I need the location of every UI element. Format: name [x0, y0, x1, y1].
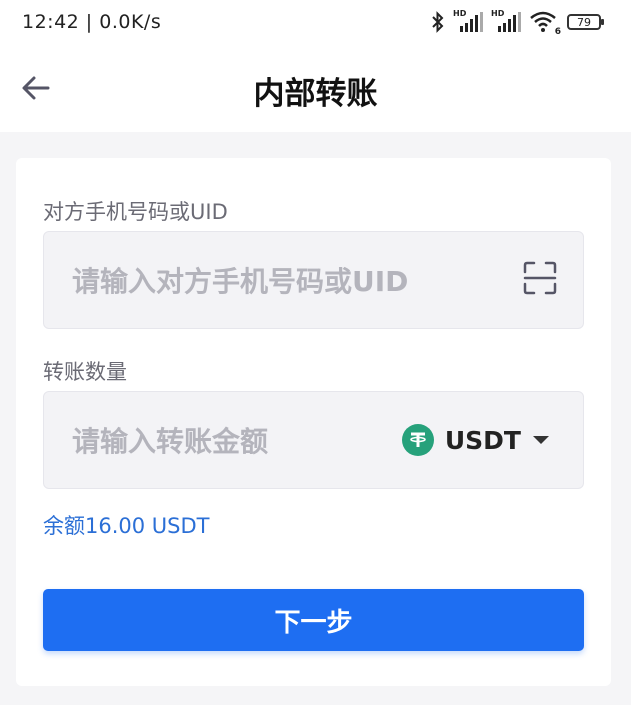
battery-level: 79 [577, 15, 591, 29]
status-time: 12:42 | 0.0K/s [22, 11, 162, 33]
next-button[interactable]: 下一步 [43, 589, 584, 651]
balance-text: 余额16.00 USDT [43, 514, 210, 538]
status-icons: HD HD 6 79 [431, 9, 604, 37]
bluetooth-icon [432, 11, 444, 33]
currency-label: USDT [444, 425, 521, 455]
page-title: 内部转账 [253, 76, 378, 112]
signal-icon: HD [453, 9, 483, 32]
transfer-form-card: 对方手机号码或UID 转账数量 USDT 余额16.00 USDT 下一步 [16, 158, 611, 686]
status-bar: 12:42 | 0.0K/s HD HD 6 79 [0, 0, 631, 46]
nav-bar: 内部转账 [0, 46, 631, 132]
scan-button[interactable] [522, 260, 558, 296]
caret-down-icon [533, 436, 549, 444]
currency-selector[interactable]: USDT [401, 422, 549, 458]
tether-icon [401, 424, 434, 456]
recipient-input[interactable] [70, 232, 494, 330]
wifi-badge: 6 [554, 27, 561, 37]
recipient-label: 对方手机号码或UID [43, 200, 228, 224]
amount-label: 转账数量 [43, 360, 127, 384]
scan-icon [523, 261, 557, 295]
amount-field: USDT [43, 391, 584, 490]
wifi-icon: 6 [529, 11, 561, 37]
signal-icon: HD [491, 9, 521, 32]
battery-icon: 79 [567, 14, 604, 30]
recipient-field [43, 231, 584, 330]
